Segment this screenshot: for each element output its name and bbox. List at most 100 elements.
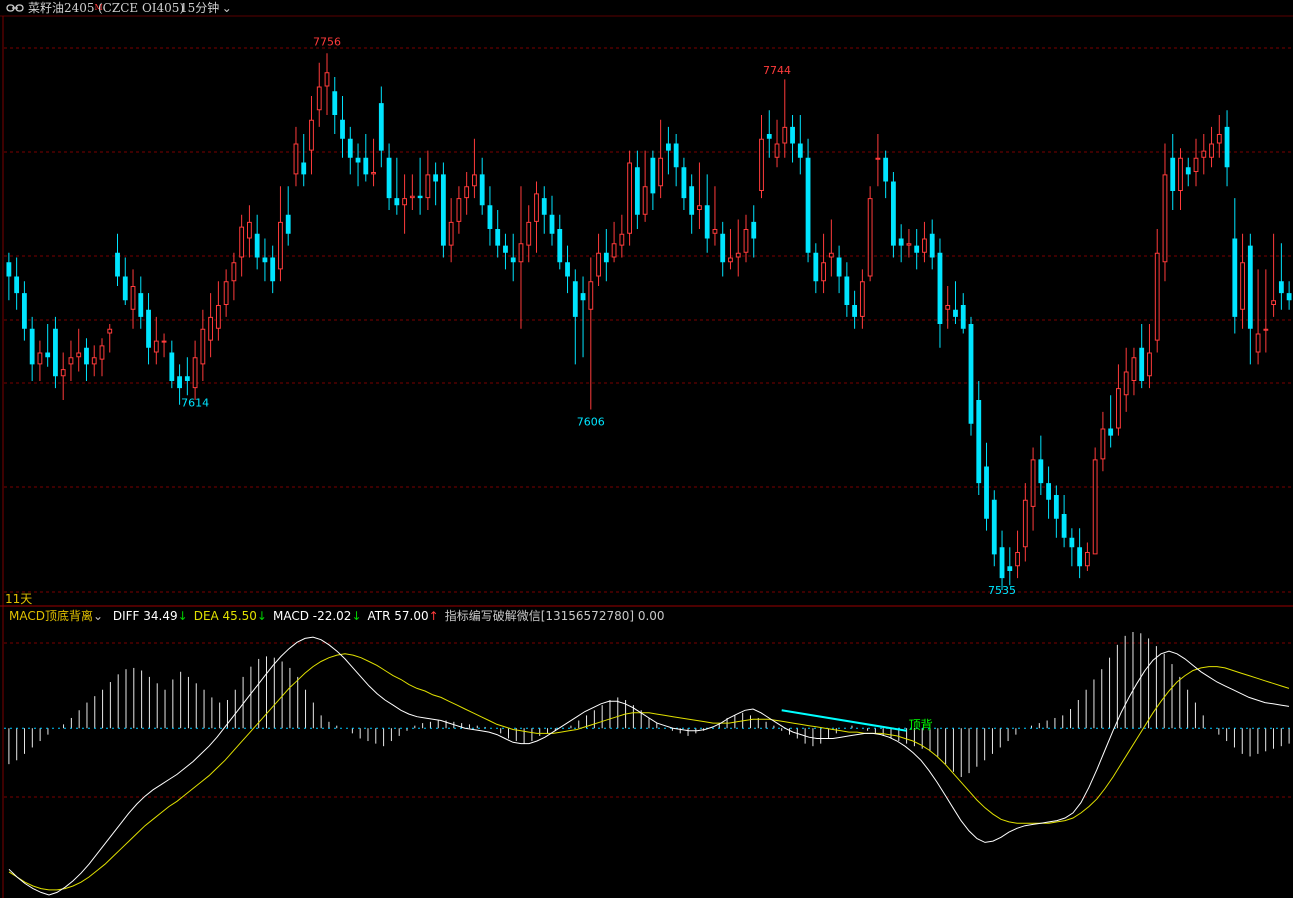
day-count-label: 11天 — [5, 592, 33, 606]
indicator-value: ATR 57.00 — [367, 609, 429, 623]
candle-body — [99, 345, 105, 360]
candle-body — [859, 281, 865, 317]
candle-body — [169, 352, 175, 381]
candle-body — [138, 293, 144, 317]
candle-body — [177, 376, 182, 389]
candle-body — [634, 167, 640, 215]
candle-body — [611, 243, 617, 258]
candle-body — [91, 357, 97, 365]
candle-body — [184, 376, 190, 381]
candle-body — [743, 229, 749, 253]
candle-body — [1069, 537, 1075, 548]
candle-body — [774, 143, 780, 158]
candle-body — [84, 347, 89, 365]
candle-body — [1193, 157, 1199, 172]
candle-body — [549, 214, 555, 234]
candle-body — [1154, 252, 1160, 341]
candle-body — [650, 157, 656, 194]
candle-body — [704, 205, 710, 239]
candle-body — [355, 157, 361, 163]
candle-body — [673, 143, 679, 168]
divergence-label: 顶背 — [909, 718, 933, 732]
candle-body — [440, 174, 446, 246]
candle-body — [712, 229, 718, 234]
candle-body — [231, 262, 237, 282]
candle-body — [619, 233, 625, 246]
candle-body — [270, 257, 276, 282]
candle-body — [1077, 547, 1083, 567]
candle-body — [1247, 245, 1253, 329]
candle-body — [1271, 300, 1277, 305]
candle-body — [37, 352, 43, 365]
candle-body — [223, 281, 229, 305]
divergence-line — [781, 709, 907, 732]
candle-body — [526, 221, 532, 246]
price-extreme-label: 7614 — [181, 397, 209, 410]
candle-body — [1286, 293, 1292, 301]
candle-body — [642, 186, 648, 215]
candle-body — [541, 198, 547, 215]
candle-body — [464, 186, 470, 199]
candle-body — [1263, 328, 1269, 331]
candle-body — [262, 257, 268, 263]
candle-body — [689, 186, 695, 215]
candle-body — [1030, 459, 1036, 507]
candle-body — [991, 499, 997, 555]
arrow-down-icon: ↓ — [256, 609, 267, 623]
candle-body — [681, 167, 687, 199]
candle-body — [898, 238, 904, 246]
candle-body — [29, 328, 35, 365]
candle-body — [161, 340, 167, 343]
candle-body — [1216, 134, 1222, 144]
candle-body — [852, 305, 858, 317]
indicator-selector[interactable]: MACD顶底背离⌄ — [9, 609, 103, 623]
candle-body — [495, 229, 501, 246]
candle-body — [60, 369, 66, 377]
candle-body — [766, 134, 772, 139]
candle-body — [1255, 333, 1261, 353]
price-extreme-label: 7756 — [313, 35, 341, 48]
candle-body — [371, 172, 376, 175]
candle-body — [316, 86, 322, 111]
indicator-value: MACD -22.02 — [272, 609, 352, 623]
kline-chart[interactable]: 7756 7614 7606 7744 7535 顶背 — [0, 0, 1293, 898]
candle-body — [76, 352, 82, 358]
candle-body — [53, 328, 58, 377]
indicator-values: DIFF 34.49↓ DEA 45.50↓ MACD -22.02↓ ATR 57.… — [107, 609, 665, 623]
candle-body — [976, 400, 982, 484]
candle-body — [518, 243, 524, 263]
candle-body — [122, 276, 128, 301]
candle-body — [945, 305, 951, 310]
candle-body — [1116, 388, 1121, 429]
candle-body — [813, 252, 819, 282]
candle-body — [386, 157, 392, 199]
indicator-value: 指标编写破解微信[13156572780] 0.00 — [444, 609, 665, 623]
arrow-down-icon: ↓ — [177, 609, 188, 623]
candle-body — [1022, 499, 1028, 548]
candle-body — [828, 252, 834, 258]
candle-body — [456, 198, 462, 222]
candle-body — [510, 257, 516, 263]
candle-body — [278, 221, 283, 270]
candle-body — [425, 174, 431, 199]
candle-body — [697, 205, 702, 210]
candle-body — [1053, 495, 1059, 519]
candle-body — [1084, 552, 1090, 567]
candle-body — [914, 245, 920, 253]
candle-body — [891, 181, 896, 246]
candle-body — [433, 174, 439, 182]
candle-body — [332, 91, 338, 115]
candle-body — [487, 205, 493, 229]
candle-body — [728, 257, 733, 263]
candle-body — [797, 143, 803, 158]
candle-body — [472, 174, 477, 187]
chevron-down-icon: ⌄ — [92, 609, 104, 623]
candle-body — [1240, 262, 1245, 310]
candle-body — [1046, 483, 1051, 500]
candle-body — [836, 257, 842, 277]
candle-body — [735, 252, 741, 258]
candle-body — [603, 252, 609, 263]
candle-body — [448, 221, 454, 246]
candle-body — [1224, 126, 1230, 168]
arrow-up-icon: ↑ — [428, 609, 439, 623]
